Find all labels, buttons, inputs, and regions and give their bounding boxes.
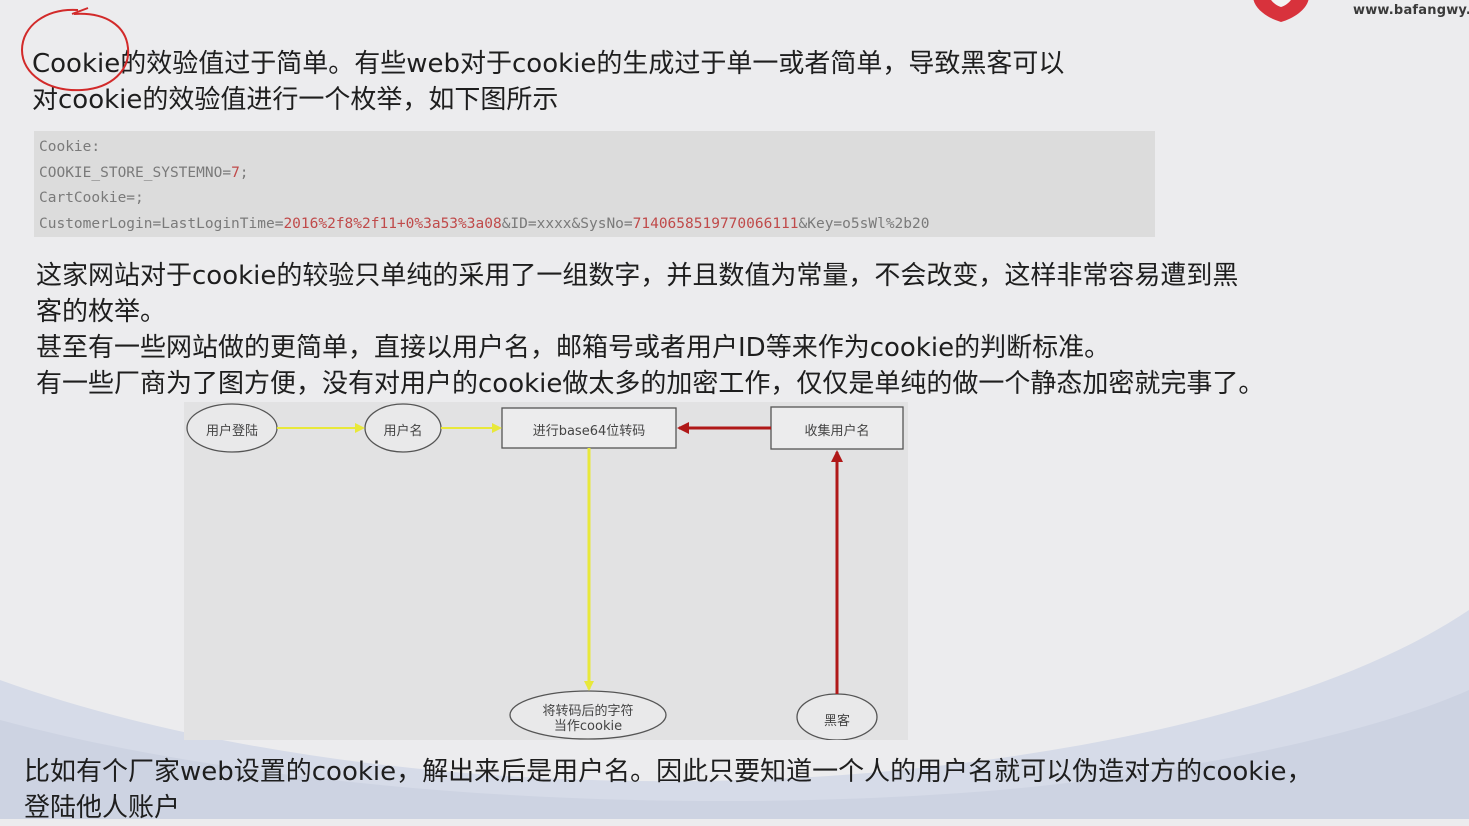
code-end: ;	[239, 164, 249, 181]
site-url: www.bafangwy.com	[1353, 3, 1469, 18]
footer-paragraph: 比如有个厂家web设置的cookie，解出来后是用户名。因此只要知道一个人的用户…	[24, 754, 1313, 826]
body-line-3: 甚至有一些网站做的更简单，直接以用户名，邮箱号或者用户ID等来作为cookie的…	[36, 333, 1111, 363]
diagram-canvas	[186, 403, 904, 740]
footer-line-1: 比如有个厂家web设置的cookie，解出来后是用户名。因此只要知道一个人的用户…	[24, 757, 1313, 787]
node-login-label: 用户登陆	[205, 424, 258, 439]
code-line-3: CartCookie=;	[39, 190, 144, 206]
body-line-1: 这家网站对于cookie的较验只单纯的采用了一组数字，并且数值为常量，不会改变，…	[36, 261, 1239, 291]
intro-paragraph: Cookie的效验值过于简单。有些web对于cookie的生成过于单一或者简单，…	[32, 46, 1064, 118]
code-value: 2016%2f8%2f11+0%3a53%3a08	[283, 215, 502, 232]
node-hacker-label: 黑客	[823, 714, 850, 729]
node-result-label-2: 当作cookie	[553, 719, 623, 734]
node-collect-label: 收集用户名	[804, 424, 870, 439]
code-line-2: COOKIE_STORE_SYSTEMNO=7;	[39, 161, 1155, 187]
body-paragraph: 这家网站对于cookie的较验只单纯的采用了一组数字，并且数值为常量，不会改变，…	[36, 258, 1264, 402]
site-logo: www.bafangwy.com	[1249, 0, 1469, 30]
code-line-4: CustomerLogin=LastLoginTime=2016%2f8%2f1…	[39, 212, 1155, 238]
body-line-2: 客的枚举。	[36, 297, 167, 327]
code-key: CustomerLogin=LastLoginTime=	[39, 215, 284, 232]
cookie-flow-diagram: 用户登陆 用户名 进行base64位转码 收集用户名 将转码后的字符 当作coo…	[184, 402, 908, 740]
body-line-4: 有一些厂商为了图方便，没有对用户的cookie做太多的加密工作，仅仅是单纯的做一…	[36, 369, 1265, 399]
red-circle-annotation	[20, 7, 130, 92]
logo-shield-icon	[1253, 0, 1309, 22]
code-key: COOKIE_STORE_SYSTEMNO=	[39, 164, 232, 181]
footer-line-2: 登陆他人账户	[24, 793, 181, 823]
cookie-code-block: Cookie: COOKIE_STORE_SYSTEMNO=7; CartCoo…	[34, 131, 1155, 237]
code-value: 7140658519770066111	[632, 215, 799, 232]
node-base64-label: 进行base64位转码	[532, 424, 646, 439]
intro-line-1: Cookie的效验值过于简单。有些web对于cookie的生成过于单一或者简单，…	[32, 49, 1065, 79]
intro-line-2: 对cookie的效验值进行一个枚举，如下图所示	[32, 85, 559, 115]
code-value: 7	[231, 164, 240, 181]
code-key: &Key=o5sWl%2b20	[798, 215, 930, 232]
node-username-label: 用户名	[383, 424, 423, 439]
code-key: &ID=xxxx&SysNo=	[501, 215, 633, 232]
node-result-label-1: 将转码后的字符	[542, 704, 634, 719]
code-line-1: Cookie:	[39, 139, 101, 155]
